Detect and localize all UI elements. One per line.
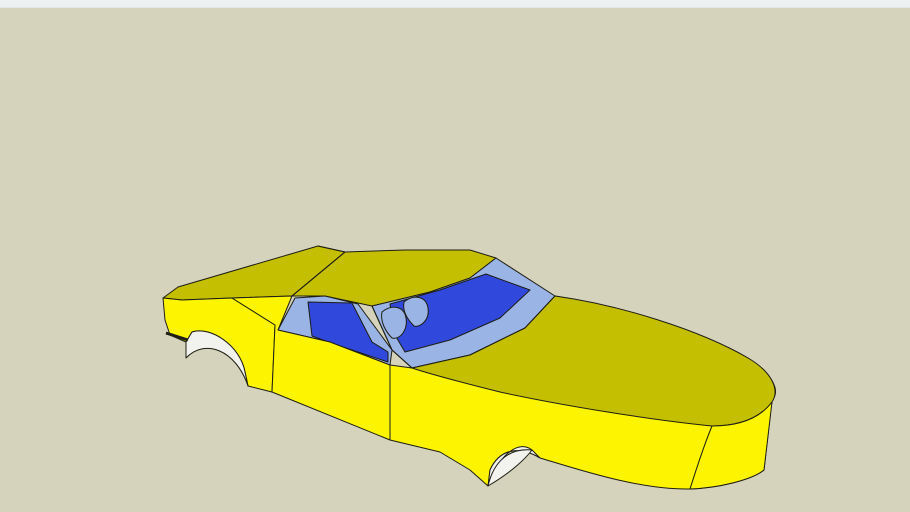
- 3d-viewport[interactable]: [0, 0, 910, 512]
- car-body-model[interactable]: [0, 0, 910, 512]
